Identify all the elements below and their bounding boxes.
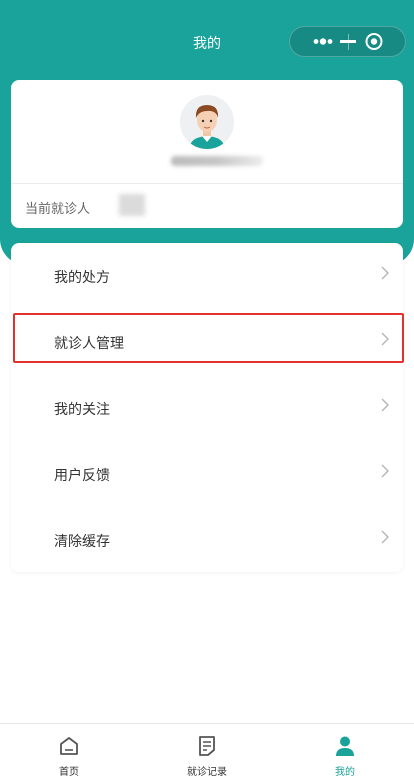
home-icon <box>60 737 78 755</box>
close-miniprogram-button[interactable] <box>352 27 402 56</box>
menu-list: 我的处方 就诊人管理 我的关注 用户反馈 清除缓存 <box>11 243 403 572</box>
minimize-button[interactable] <box>340 40 356 43</box>
menu-item-prescriptions[interactable]: 我的处方 <box>11 243 403 309</box>
tab-label: 首页 <box>59 767 79 778</box>
minimize-and-close-icon <box>365 33 383 50</box>
bottom-tab-bar: 首页 就诊记录 我的 <box>0 723 414 781</box>
menu-item-label: 清除缓存 <box>54 534 110 550</box>
menu-item-label: 用户反馈 <box>54 468 110 484</box>
menu-item-my-follows[interactable]: 我的关注 <box>11 375 403 441</box>
highlight-box <box>13 313 404 363</box>
tab-mine[interactable]: 我的 <box>276 724 414 781</box>
more-dots-icon <box>313 38 333 45</box>
more-menu-button[interactable] <box>300 27 342 56</box>
chevron-right-icon <box>381 266 389 280</box>
chevron-right-icon <box>381 398 389 412</box>
avatar-icon <box>180 95 234 149</box>
document-icon <box>199 736 215 756</box>
tab-label: 就诊记录 <box>187 767 227 778</box>
chevron-right-icon <box>381 464 389 478</box>
chevron-right-icon <box>381 530 389 544</box>
menu-item-label: 我的处方 <box>54 270 110 286</box>
user-avatar[interactable] <box>180 95 234 149</box>
tab-label: 我的 <box>335 767 355 778</box>
current-patient-label: 当前就诊人 <box>25 202 91 217</box>
menu-item-label: 我的关注 <box>54 402 110 418</box>
menu-item-feedback[interactable]: 用户反馈 <box>11 441 403 507</box>
divider <box>11 183 403 184</box>
tab-home[interactable]: 首页 <box>0 724 138 781</box>
current-patient-name-redacted[interactable] <box>119 194 145 216</box>
menu-item-clear-cache[interactable]: 清除缓存 <box>11 507 403 573</box>
person-icon <box>336 736 354 756</box>
tab-visit-records[interactable]: 就诊记录 <box>138 724 276 781</box>
profile-card: 当前就诊人 <box>11 80 403 228</box>
user-name-redacted <box>171 156 263 166</box>
